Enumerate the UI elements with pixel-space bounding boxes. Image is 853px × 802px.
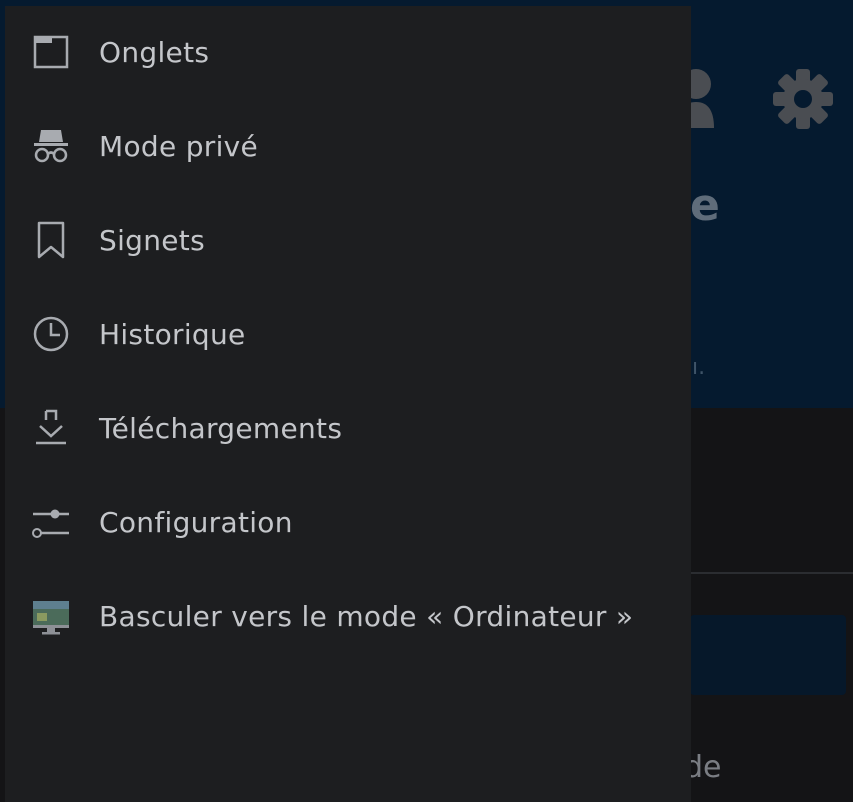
desktop-monitor-icon: [31, 596, 71, 636]
menu-item-label: Configuration: [99, 506, 293, 539]
menu-item-label: Téléchargements: [99, 412, 343, 445]
menu-item-tabs[interactable]: Onglets: [5, 6, 691, 100]
menu-item-downloads[interactable]: Téléchargements: [5, 382, 691, 476]
menu-item-private-mode[interactable]: Mode privé: [5, 100, 691, 194]
menu-item-history[interactable]: Historique: [5, 288, 691, 382]
incognito-icon: [31, 126, 71, 166]
history-clock-icon: [31, 314, 71, 354]
background-subtitle-fragment: ı.: [692, 355, 706, 380]
menu-item-label: Historique: [99, 318, 246, 351]
background-button[interactable]: [690, 615, 846, 695]
menu-item-label: Basculer vers le mode « Ordinateur »: [99, 600, 634, 633]
settings-sliders-icon: [31, 502, 71, 542]
tabs-icon: [31, 32, 71, 72]
download-icon: [31, 408, 71, 448]
menu-item-bookmarks[interactable]: Signets: [5, 194, 691, 288]
bookmark-icon: [31, 220, 71, 260]
navigation-drawer: Onglets Mode privé Signets Historique Té…: [5, 6, 691, 802]
menu-item-label: Onglets: [99, 36, 210, 69]
background-divider: [690, 572, 853, 574]
menu-item-label: Signets: [99, 224, 205, 257]
menu-item-desktop-mode[interactable]: Basculer vers le mode « Ordinateur »: [5, 570, 691, 664]
gear-icon[interactable]: [772, 68, 834, 130]
menu-item-configuration[interactable]: Configuration: [5, 476, 691, 570]
user-icon[interactable]: [678, 68, 718, 128]
background-heading-fragment: e: [690, 180, 720, 231]
menu-item-label: Mode privé: [99, 130, 259, 163]
